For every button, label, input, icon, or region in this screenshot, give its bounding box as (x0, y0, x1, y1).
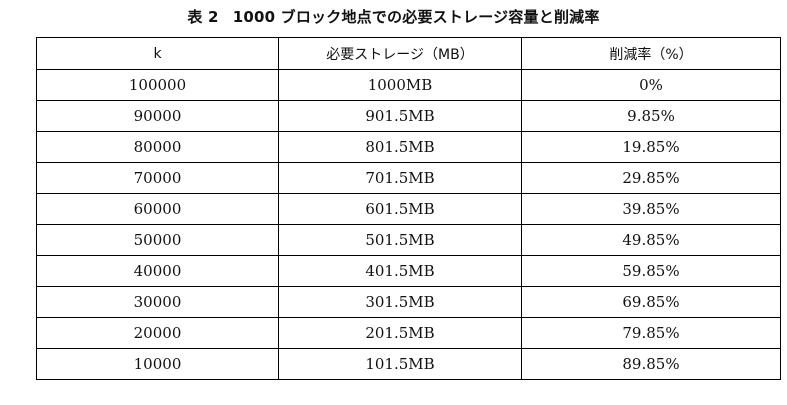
cell-required-storage: 401.5MB (278, 255, 522, 287)
cell-k: 90000 (36, 100, 279, 132)
cell-k: 100000 (36, 69, 279, 101)
cell-k: 10000 (36, 348, 279, 380)
header-required-storage: 必要ストレージ（MB） (278, 37, 522, 70)
cell-reduction-rate: 0% (521, 69, 781, 101)
table-row: 10000 101.5MB 89.85% (36, 348, 781, 380)
table-header-row: k 必要ストレージ（MB） 削減率（%） (36, 37, 781, 70)
cell-k: 70000 (36, 162, 279, 194)
cell-reduction-rate: 49.85% (521, 224, 781, 256)
cell-k: 40000 (36, 255, 279, 287)
table-row: 40000 401.5MB 59.85% (36, 255, 781, 287)
cell-reduction-rate: 89.85% (521, 348, 781, 380)
table-row: 90000 901.5MB 9.85% (36, 100, 781, 132)
cell-k: 50000 (36, 224, 279, 256)
cell-reduction-rate: 29.85% (521, 162, 781, 194)
table-row: 80000 801.5MB 19.85% (36, 131, 781, 163)
table-caption-label: 表 2 (187, 8, 219, 26)
cell-required-storage: 901.5MB (278, 100, 522, 132)
cell-reduction-rate: 19.85% (521, 131, 781, 163)
cell-k: 60000 (36, 193, 279, 225)
table-row: 70000 701.5MB 29.85% (36, 162, 781, 194)
cell-required-storage: 1000MB (278, 69, 522, 101)
cell-required-storage: 201.5MB (278, 317, 522, 349)
cell-reduction-rate: 9.85% (521, 100, 781, 132)
cell-k: 20000 (36, 317, 279, 349)
table-caption: 表 2 1000 ブロック地点での必要ストレージ容量と削減率 (0, 6, 787, 28)
table-caption-text: 1000 ブロック地点での必要ストレージ容量と削減率 (232, 8, 600, 26)
header-reduction-rate: 削減率（%） (521, 37, 781, 70)
cell-reduction-rate: 59.85% (521, 255, 781, 287)
cell-reduction-rate: 69.85% (521, 286, 781, 318)
storage-reduction-table: k 必要ストレージ（MB） 削減率（%） 100000 1000MB 0% 90… (36, 37, 781, 380)
cell-required-storage: 801.5MB (278, 131, 522, 163)
cell-required-storage: 301.5MB (278, 286, 522, 318)
cell-required-storage: 501.5MB (278, 224, 522, 256)
cell-k: 30000 (36, 286, 279, 318)
table-row: 60000 601.5MB 39.85% (36, 193, 781, 225)
cell-required-storage: 101.5MB (278, 348, 522, 380)
table-row: 100000 1000MB 0% (36, 69, 781, 101)
cell-reduction-rate: 39.85% (521, 193, 781, 225)
table-row: 50000 501.5MB 49.85% (36, 224, 781, 256)
table-row: 30000 301.5MB 69.85% (36, 286, 781, 318)
cell-required-storage: 601.5MB (278, 193, 522, 225)
cell-reduction-rate: 79.85% (521, 317, 781, 349)
cell-k: 80000 (36, 131, 279, 163)
cell-required-storage: 701.5MB (278, 162, 522, 194)
header-k: k (36, 37, 279, 70)
table-row: 20000 201.5MB 79.85% (36, 317, 781, 349)
